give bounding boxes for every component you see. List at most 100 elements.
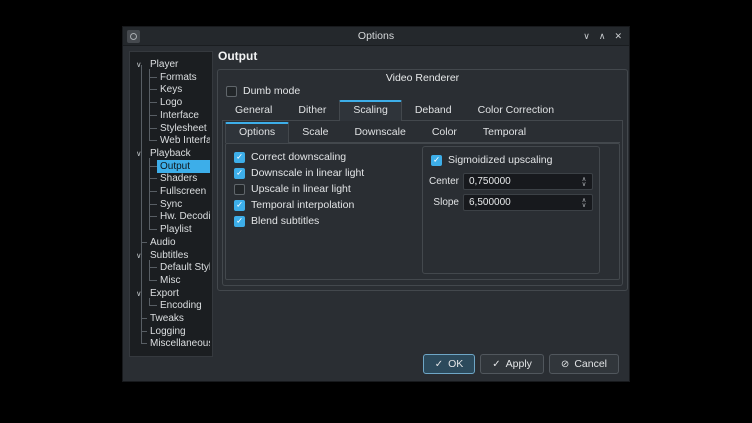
sidebar-item-audio[interactable]: Audio	[130, 236, 212, 249]
cancel-button[interactable]: ⊘ Cancel	[549, 354, 619, 374]
sidebar-item-encoding[interactable]: Encoding	[130, 299, 212, 312]
tab-color[interactable]: Color	[419, 123, 470, 142]
sidebar-item-stylesheet[interactable]: Stylesheet	[130, 122, 212, 135]
tab-dither[interactable]: Dither	[285, 101, 339, 120]
video-renderer-group: Video Renderer Dumb mode GeneralDitherSc…	[217, 69, 628, 291]
check-icon: ✓	[492, 359, 500, 370]
sidebar-item-label: Sync	[157, 198, 210, 211]
checkbox-box[interactable]: ✓	[234, 152, 245, 163]
sidebar-item-default-style[interactable]: Default Style	[130, 261, 212, 274]
ok-button[interactable]: ✓ OK	[423, 354, 476, 374]
sidebar-item-export[interactable]: ∨Export	[130, 287, 212, 300]
maximize-icon[interactable]: ∧	[599, 31, 606, 42]
options-pane: ✓ Correct downscaling ✓ Downscale in linear…	[225, 143, 620, 280]
sidebar-item-label: Subtitles	[147, 249, 210, 262]
sidebar-item-shaders[interactable]: Shaders	[130, 172, 212, 185]
sidebar-item-label: Hw. Decoding	[157, 210, 210, 223]
slope-value[interactable]: 6,500000	[464, 197, 578, 208]
sidebar-item-label: Shaders	[157, 172, 210, 185]
tree-guide-line	[149, 158, 150, 230]
spin-down-icon[interactable]: ∨	[582, 203, 587, 208]
checkbox-label: Upscale in linear light	[251, 183, 351, 195]
check-icon: ✓	[236, 152, 243, 161]
sidebar-item-label: Stylesheet	[157, 122, 210, 135]
settings-tree[interactable]: ∨PlayerFormatsKeysLogoInterfaceStyleshee…	[129, 51, 213, 357]
slope-label: Slope	[427, 197, 459, 208]
sigmoidized-upscaling-checkbox[interactable]: ✓ Sigmoidized upscaling	[431, 154, 552, 166]
center-spinbox[interactable]: 0,750000 ∧ ∨	[463, 173, 593, 190]
tab-color-correction[interactable]: Color Correction	[465, 101, 567, 120]
checkbox-box[interactable]: ✓	[234, 168, 245, 179]
scaling-pane: OptionsScaleDownscaleColorTemporal ✓ Corr…	[222, 121, 623, 286]
sidebar-item-output[interactable]: Output	[130, 160, 212, 173]
close-icon[interactable]: ✕	[614, 31, 622, 42]
sidebar-item-sync[interactable]: Sync	[130, 198, 212, 211]
tab-temporal[interactable]: Temporal	[470, 123, 539, 142]
apply-button[interactable]: ✓ Apply	[480, 354, 544, 374]
checkbox-box[interactable]: ✓	[431, 155, 442, 166]
tab-scale[interactable]: Scale	[289, 123, 341, 142]
checkbox-box[interactable]	[226, 86, 237, 97]
sidebar-item-playback[interactable]: ∨Playback	[130, 147, 212, 160]
checkbox-label: Temporal interpolation	[251, 199, 354, 211]
sidebar-item-label: Output	[157, 160, 210, 173]
checkbox-box[interactable]: ✓	[234, 200, 245, 211]
sidebar-item-keys[interactable]: Keys	[130, 83, 212, 96]
sidebar-item-interface[interactable]: Interface	[130, 109, 212, 122]
button-label: Apply	[506, 358, 532, 370]
tab-options[interactable]: Options	[225, 122, 289, 143]
sidebar-item-label: Player	[147, 58, 210, 71]
titlebar[interactable]: Options ∨ ∧ ✕	[123, 27, 629, 46]
renderer-tabs: GeneralDitherScalingDebandColor Correcti…	[222, 100, 623, 121]
tab-general[interactable]: General	[222, 101, 285, 120]
slope-spinbox[interactable]: 6,500000 ∧ ∨	[463, 194, 593, 211]
sidebar-item-tweaks[interactable]: Tweaks	[130, 312, 212, 325]
sidebar-item-web-interface[interactable]: Web Interface	[130, 134, 212, 147]
sidebar-item-label: Export	[147, 287, 210, 300]
tab-deband[interactable]: Deband	[402, 101, 465, 120]
tree-guide-line	[149, 69, 150, 141]
sidebar-item-logo[interactable]: Logo	[130, 96, 212, 109]
dumb-mode-checkbox[interactable]: Dumb mode	[226, 85, 300, 97]
sidebar-item-playlist[interactable]: Playlist	[130, 223, 212, 236]
button-label: Cancel	[574, 358, 607, 370]
page-title: Output	[218, 49, 257, 63]
center-label: Center	[427, 176, 459, 187]
group-title: Video Renderer	[218, 72, 627, 84]
checkbox-downscale-in-linear-light[interactable]: ✓ Downscale in linear light	[234, 167, 364, 179]
sidebar-item-hw-decoding[interactable]: Hw. Decoding	[130, 210, 212, 223]
spin-down-icon[interactable]: ∨	[582, 182, 587, 187]
options-dialog: Options ∨ ∧ ✕ ∨PlayerFormatsKeysLogoInte…	[122, 26, 630, 382]
sidebar-item-label: Encoding	[157, 299, 210, 312]
sidebar-item-logging[interactable]: Logging	[130, 325, 212, 338]
minimize-icon[interactable]: ∨	[583, 31, 590, 42]
sidebar-item-label: Playlist	[157, 223, 210, 236]
sigmoid-group: ✓ Sigmoidized upscaling Center 0,750000 …	[422, 146, 600, 274]
sidebar-item-player[interactable]: ∨Player	[130, 58, 212, 71]
checkbox-box[interactable]	[234, 184, 245, 195]
checkbox-temporal-interpolation[interactable]: ✓ Temporal interpolation	[234, 199, 364, 211]
sidebar-item-subtitles[interactable]: ∨Subtitles	[130, 249, 212, 262]
check-icon: ✓	[236, 200, 243, 209]
checkbox-correct-downscaling[interactable]: ✓ Correct downscaling	[234, 151, 364, 163]
sidebar-item-fullscreen[interactable]: Fullscreen	[130, 185, 212, 198]
check-icon: ✓	[236, 216, 243, 225]
checkbox-label: Downscale in linear light	[251, 167, 364, 179]
tree-guide-line	[149, 298, 150, 306]
tab-scaling[interactable]: Scaling	[339, 100, 401, 121]
center-value[interactable]: 0,750000	[464, 176, 578, 187]
checkbox-upscale-in-linear-light[interactable]: Upscale in linear light	[234, 183, 364, 195]
tab-downscale[interactable]: Downscale	[341, 123, 418, 142]
tree-guide-line	[141, 65, 142, 344]
checkbox-box[interactable]: ✓	[234, 216, 245, 227]
button-label: OK	[448, 358, 463, 370]
sidebar-item-label: Tweaks	[147, 312, 210, 325]
sidebar-item-misc[interactable]: Misc	[130, 274, 212, 287]
cancel-icon: ⊘	[561, 359, 569, 370]
checkbox-blend-subtitles[interactable]: ✓Blend subtitles	[234, 215, 364, 227]
checkbox-label: Correct downscaling	[251, 151, 346, 163]
sidebar-item-formats[interactable]: Formats	[130, 71, 212, 84]
sidebar-item-label: Audio	[147, 236, 210, 249]
window-title: Options	[123, 27, 629, 46]
sidebar-item-miscellaneous[interactable]: Miscellaneous	[130, 337, 212, 350]
